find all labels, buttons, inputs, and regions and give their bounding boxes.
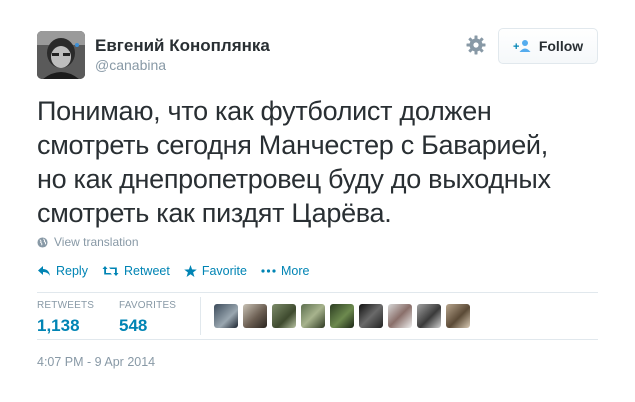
user-name[interactable]: Евгений Коноплянка: [95, 36, 270, 56]
star-icon: [184, 265, 197, 277]
more-label: More: [280, 264, 310, 278]
tweet-text-line: смотреть сегодня Манчестер с Баварией,: [37, 130, 548, 160]
retweet-button[interactable]: Retweet: [102, 264, 170, 278]
reply-button[interactable]: Reply: [37, 264, 88, 278]
favoriter-avatar[interactable]: [417, 304, 441, 328]
favorites-count[interactable]: 548: [119, 316, 176, 336]
more-dots-icon: [261, 269, 276, 273]
favoriter-avatar[interactable]: [301, 304, 325, 328]
tweet-text: Понимаю, что как футболист должен смотре…: [37, 94, 607, 230]
favoriter-avatar[interactable]: [446, 304, 470, 328]
view-translation-label: View translation: [54, 235, 139, 249]
tweet-timestamp[interactable]: 4:07 PM - 9 Apr 2014: [37, 355, 155, 369]
tweet-card: Евгений Коноплянка @canabina + Follow По…: [0, 0, 635, 402]
tweet-text-line: смотреть как пиздят Царёва.: [37, 198, 392, 228]
favorite-button[interactable]: Favorite: [184, 264, 247, 278]
tweet-text-line: Понимаю, что как футболист должен: [37, 96, 492, 126]
divider: [37, 292, 598, 293]
favoriter-avatars: [214, 304, 470, 328]
favorite-label: Favorite: [201, 264, 247, 278]
retweet-icon: [102, 266, 119, 276]
favoriter-avatar[interactable]: [330, 304, 354, 328]
reply-label: Reply: [56, 264, 88, 278]
retweets-count[interactable]: 1,138: [37, 316, 94, 336]
reply-icon: [38, 266, 50, 276]
svg-text:+: +: [513, 41, 519, 53]
tweet-actions: Reply Retweet Favorite More: [37, 264, 309, 278]
favoriter-avatar[interactable]: [214, 304, 238, 328]
gear-icon[interactable]: [465, 34, 487, 56]
favoriter-avatar[interactable]: [388, 304, 412, 328]
retweets-label: RETWEETS: [37, 300, 95, 311]
favoriter-avatar[interactable]: [243, 304, 267, 328]
user-handle[interactable]: @canabina: [95, 57, 166, 73]
retweet-label: Retweet: [123, 264, 170, 278]
user-avatar[interactable]: [37, 31, 85, 79]
favoriter-avatar[interactable]: [272, 304, 296, 328]
retweets-stat[interactable]: RETWEETS 1,138: [37, 300, 94, 336]
divider: [37, 339, 598, 340]
favorites-label: FAVORITES: [119, 300, 177, 311]
globe-icon: [37, 236, 48, 248]
favorites-stat[interactable]: FAVORITES 548: [119, 300, 176, 336]
tweet-text-line: но как днепропетровец буду до выходных: [37, 164, 551, 194]
more-button[interactable]: More: [261, 264, 309, 278]
follow-button[interactable]: + Follow: [498, 28, 598, 64]
view-translation-link[interactable]: View translation: [37, 235, 139, 249]
favoriter-avatar[interactable]: [359, 304, 383, 328]
stats-separator: [200, 297, 201, 335]
follow-label: Follow: [538, 38, 584, 54]
add-user-icon: +: [513, 40, 531, 53]
